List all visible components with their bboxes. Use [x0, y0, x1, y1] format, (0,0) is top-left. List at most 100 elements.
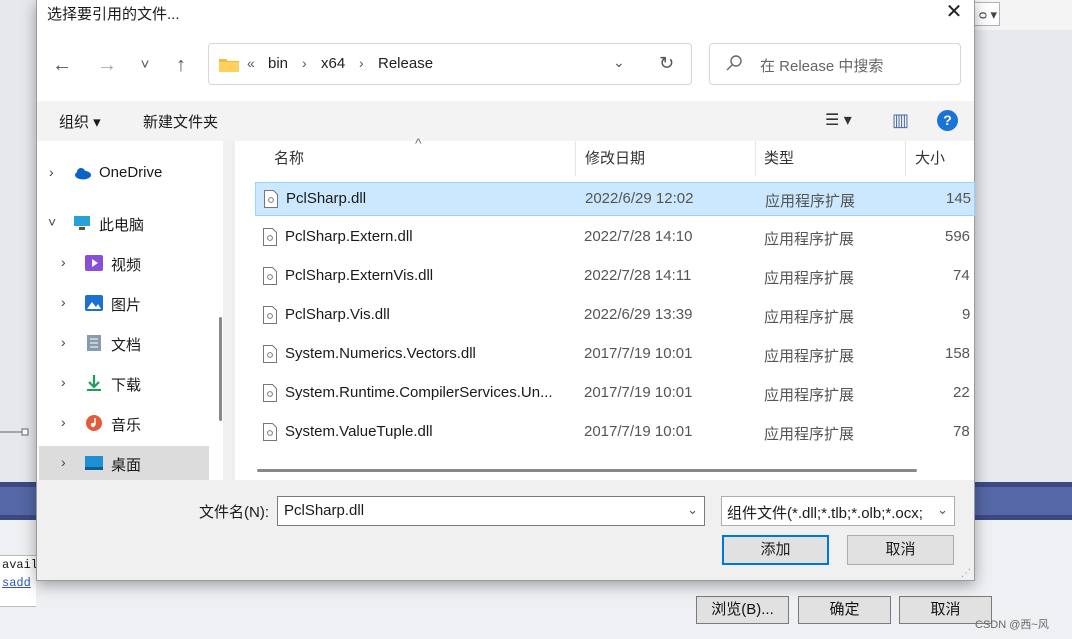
file-name: PclSharp.Extern.dll — [285, 228, 413, 245]
file-type: 应用程序扩展 — [764, 387, 855, 404]
background-panel — [975, 30, 1072, 482]
code-line-link[interactable]: sadd — [0, 574, 36, 592]
nav-item-videos[interactable]: › 视频 — [39, 246, 209, 280]
desktop-icon — [85, 456, 103, 470]
close-icon[interactable]: ✕ — [932, 0, 976, 26]
ok-button[interactable]: 确定 — [798, 596, 891, 624]
new-folder-button[interactable]: 新建文件夹 — [143, 111, 218, 132]
overflow-icon[interactable]: « — [247, 55, 255, 71]
column-header-type[interactable]: 类型 — [764, 147, 794, 168]
recent-locations-icon[interactable]: ˅ — [132, 52, 158, 78]
file-row[interactable]: PclSharp.dll 2022/6/29 12:02 应用程序扩展 145 — [255, 182, 975, 216]
horizontal-scrollbar[interactable] — [257, 469, 917, 472]
nav-label: 下载 — [111, 377, 142, 394]
cancel-button[interactable]: 取消 — [847, 535, 954, 565]
dialog-title: 选择要引用的文件... — [47, 6, 180, 23]
filename-label: 文件名(N): — [199, 504, 269, 521]
filename-input[interactable]: PclSharp.dll ⌄ — [277, 496, 705, 526]
dll-file-icon — [263, 228, 277, 246]
up-arrow-icon[interactable]: ↑ — [168, 52, 194, 78]
chevron-right-icon[interactable]: › — [61, 294, 66, 310]
watermark: CSDN @西~风 — [975, 619, 1049, 631]
file-row[interactable]: System.ValueTuple.dll 2017/7/19 10:01 应用… — [255, 416, 975, 450]
pane-divider[interactable] — [233, 141, 234, 480]
file-row[interactable]: PclSharp.Extern.dll 2022/7/28 14:10 应用程序… — [255, 221, 975, 255]
navigation-row: ← → ˅ ↑ « bin › x64 › Release ⌄ ↻ 在 Rele… — [37, 26, 974, 101]
toolbar: 组织 ▾ 新建文件夹 ☰ ▾ ▥ ? — [37, 101, 974, 141]
add-button[interactable]: 添加 — [722, 535, 829, 565]
nav-item-desktop[interactable]: › 桌面 — [39, 446, 209, 480]
sort-ascending-icon: ^ — [415, 135, 422, 151]
search-box[interactable]: 在 Release 中搜索 — [709, 43, 961, 85]
background-connector — [0, 428, 29, 436]
chevron-right-icon[interactable]: › — [61, 254, 66, 270]
organize-menu[interactable]: 组织 ▾ — [59, 111, 101, 132]
preview-pane-icon[interactable]: ▥ — [892, 110, 909, 131]
address-bar[interactable]: « bin › x64 › Release ⌄ ↻ — [208, 43, 692, 85]
file-date: 2022/6/29 12:02 — [585, 190, 694, 207]
nav-item-pictures[interactable]: › 图片 — [39, 286, 209, 320]
file-name: PclSharp.Vis.dll — [285, 306, 390, 323]
help-icon[interactable]: ? — [937, 110, 958, 131]
column-header-name[interactable]: 名称 — [274, 147, 304, 168]
nav-label: 视频 — [111, 257, 142, 274]
chevron-right-icon[interactable]: › — [61, 454, 66, 470]
title-bar[interactable]: 选择要引用的文件... ✕ — [37, 0, 974, 26]
nav-label: 文档 — [111, 337, 142, 354]
file-date: 2017/7/19 10:01 — [584, 345, 693, 362]
file-row[interactable]: System.Numerics.Vectors.dll 2017/7/19 10… — [255, 338, 975, 372]
chevron-down-icon[interactable]: ⌄ — [687, 502, 698, 518]
dll-file-icon — [263, 384, 277, 402]
dll-file-icon — [263, 345, 277, 363]
nav-item-music[interactable]: › 音乐 — [39, 406, 209, 440]
file-date: 2022/6/29 13:39 — [584, 306, 693, 323]
column-divider[interactable] — [575, 141, 576, 176]
column-header-size[interactable]: 大小 — [915, 147, 945, 168]
search-placeholder: 在 Release 中搜索 — [760, 58, 884, 75]
file-name: System.ValueTuple.dll — [285, 423, 433, 440]
nav-label: OneDrive — [99, 164, 163, 181]
chevron-right-icon[interactable]: › — [61, 334, 66, 350]
chevron-down-icon[interactable]: ˅ — [48, 214, 56, 230]
file-dialog: 选择要引用的文件... ✕ ← → ˅ ↑ « bin › x64 › Rele… — [36, 0, 975, 581]
file-row[interactable]: System.Runtime.CompilerServices.Un... 20… — [255, 377, 975, 411]
file-type: 应用程序扩展 — [764, 348, 855, 365]
view-menu-icon[interactable]: ☰ ▾ — [825, 110, 852, 130]
file-size: 78 — [953, 423, 970, 440]
resize-grip-icon[interactable]: ⋰ — [961, 568, 971, 579]
navpane-scrollbar[interactable] — [219, 317, 222, 421]
nav-item-this-pc[interactable]: ˅ 此电脑 — [39, 206, 209, 240]
nav-item-downloads[interactable]: › 下载 — [39, 366, 209, 400]
nav-item-onedrive[interactable]: › OneDrive — [39, 156, 209, 190]
dialog-footer: 文件名(N): PclSharp.dll ⌄ 组件文件(*.dll;*.tlb;… — [37, 480, 974, 580]
chevron-down-icon[interactable]: ⌄ — [613, 54, 625, 71]
filetype-select[interactable]: 组件文件(*.dll;*.tlb;*.olb;*.ocx; ⌄ — [721, 496, 955, 526]
column-header-date[interactable]: 修改日期 — [585, 147, 645, 168]
code-line: avail — [2, 558, 36, 572]
breadcrumb-bin[interactable]: bin — [268, 55, 288, 72]
file-row[interactable]: PclSharp.Vis.dll 2022/6/29 13:39 应用程序扩展 … — [255, 299, 975, 333]
breadcrumb-x64[interactable]: x64 — [321, 55, 345, 72]
breadcrumb-release[interactable]: Release — [378, 55, 433, 72]
column-divider[interactable] — [905, 141, 906, 176]
forward-arrow-icon[interactable]: → — [94, 52, 120, 78]
background-left-strip — [0, 0, 36, 482]
refresh-icon[interactable]: ↻ — [659, 53, 674, 74]
folder-icon — [219, 59, 239, 72]
chevron-right-icon[interactable]: › — [61, 414, 66, 430]
chevron-right-icon[interactable]: › — [61, 374, 66, 390]
file-name: PclSharp.ExternVis.dll — [285, 267, 434, 284]
file-row[interactable]: PclSharp.ExternVis.dll 2022/7/28 14:11 应… — [255, 260, 975, 294]
file-size: 9 — [962, 306, 971, 323]
browse-button[interactable]: 浏览(B)... — [696, 596, 789, 624]
music-icon — [86, 415, 102, 431]
file-size: 74 — [953, 267, 970, 284]
chevron-right-icon[interactable]: › — [49, 164, 54, 180]
breadcrumb-separator: › — [359, 55, 364, 71]
back-arrow-icon[interactable]: ← — [49, 52, 75, 78]
file-type: 应用程序扩展 — [764, 270, 855, 287]
nav-item-documents[interactable]: › 文档 — [39, 326, 209, 360]
chevron-down-icon[interactable]: ⌄ — [937, 502, 948, 518]
column-divider[interactable] — [755, 141, 756, 176]
computer-icon — [74, 216, 90, 230]
